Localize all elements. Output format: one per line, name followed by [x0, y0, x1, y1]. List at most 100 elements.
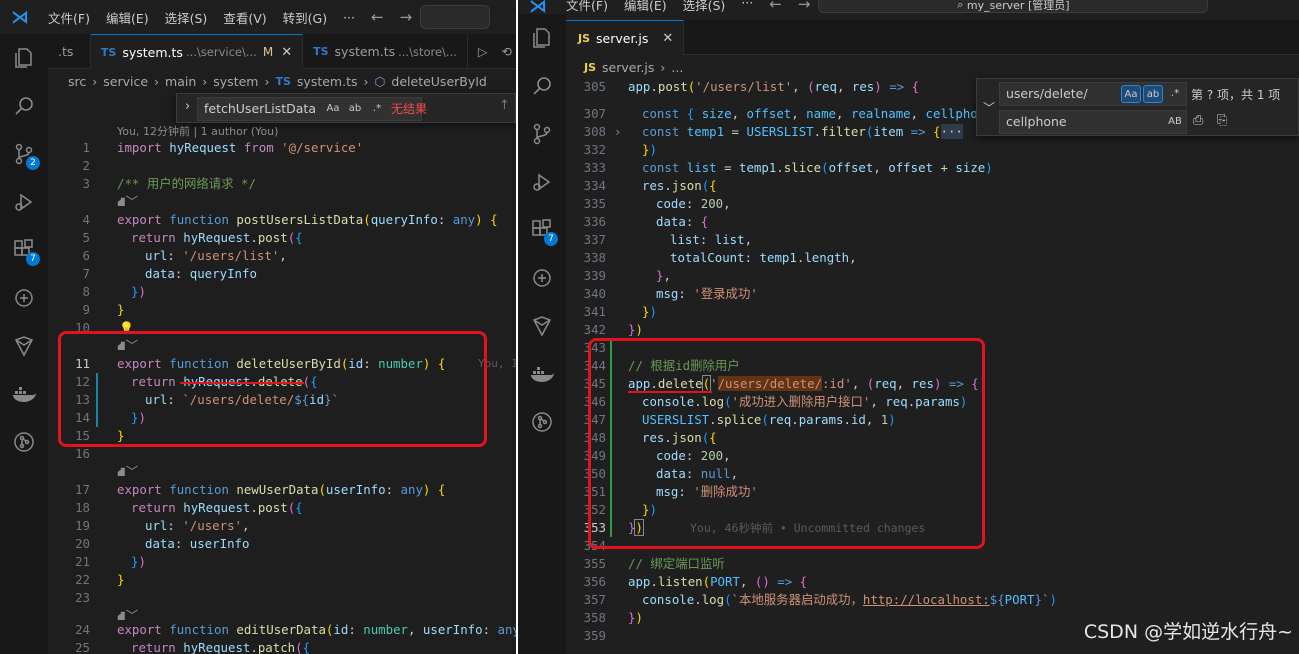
- breadcrumb-src[interactable]: src: [68, 74, 86, 89]
- explorer-icon[interactable]: [0, 34, 48, 82]
- search-icon: ⌕: [957, 0, 967, 11]
- left-tab-bar: .ts TS system.ts ...\service\... M ✕ TS …: [48, 34, 516, 69]
- breadcrumb: JS server.js › ...: [584, 59, 684, 75]
- tab-label: system.ts: [334, 44, 396, 59]
- toggle-replace-icon[interactable]: ﹀: [983, 99, 995, 116]
- right-tab-bar: JS server.js ✕: [566, 20, 1299, 55]
- left-find-widget: › fetchUserListData Aa ab .* 无结果 ↑: [176, 93, 516, 123]
- modified-indicator: M: [262, 45, 274, 59]
- extensions-badge: 7: [544, 232, 558, 246]
- whole-word-icon[interactable]: ab: [345, 100, 365, 118]
- watermark: CSDN @学如逆水行舟~: [1083, 621, 1293, 643]
- menu-selection[interactable]: 选择(S): [675, 0, 734, 14]
- breadcrumb-service[interactable]: service: [103, 74, 148, 89]
- menu-file[interactable]: 文件(F): [558, 0, 616, 14]
- gitlens-icon[interactable]: [0, 322, 48, 370]
- run-icon[interactable]: ▷: [468, 34, 498, 69]
- underline-left: [180, 382, 304, 384]
- git-graph-icon[interactable]: [518, 398, 566, 446]
- replace-all-icon[interactable]: ⎘: [1217, 113, 1227, 128]
- previous-match-icon[interactable]: ↑: [499, 98, 510, 113]
- tab-system-service[interactable]: TS system.ts ...\service\... M ✕: [90, 34, 304, 69]
- tab-description: ...\service\...: [185, 45, 257, 59]
- workspace-title: my_server [管理员]: [966, 0, 1070, 12]
- nav-forward-icon[interactable]: →: [392, 8, 421, 26]
- command-center-search[interactable]: [420, 5, 491, 29]
- tab-partial[interactable]: .ts: [48, 34, 91, 69]
- menu-edit[interactable]: 编辑(E): [98, 8, 157, 27]
- extensions-icon[interactable]: 7: [518, 206, 566, 254]
- timeline-icon[interactable]: ⟲: [498, 34, 516, 69]
- scm-badge: 2: [26, 156, 40, 170]
- find-input[interactable]: fetchUserListData: [197, 97, 422, 121]
- source-control-icon[interactable]: 2: [0, 130, 48, 178]
- typescript-icon: TS: [275, 74, 291, 88]
- left-titlebar: ⋊ 文件(F) 编辑(E) 选择(S) 查看(V) 转到(G) ··· ← →: [0, 0, 516, 34]
- right-find-widget: ﹀ users/delete/ Aa ab .* 第 ? 项，共 1 项 cel…: [976, 78, 1299, 136]
- whole-word-icon[interactable]: ab: [1143, 85, 1163, 103]
- extensions-icon[interactable]: 7: [0, 226, 48, 274]
- menu-go[interactable]: 转到(G): [275, 8, 335, 27]
- highlight-box-right: [588, 338, 985, 549]
- tab-label: .ts: [58, 44, 74, 59]
- right-activity-bar: 7: [518, 14, 566, 654]
- search-icon[interactable]: [518, 62, 566, 110]
- regex-icon[interactable]: .*: [1165, 85, 1185, 103]
- javascript-icon: JS: [584, 60, 597, 74]
- docker-icon[interactable]: [518, 350, 566, 398]
- remote-explorer-icon[interactable]: [518, 254, 566, 302]
- menu-more[interactable]: ···: [335, 10, 363, 25]
- left-editor-window: ⋊ 文件(F) 编辑(E) 选择(S) 查看(V) 转到(G) ··· ← → …: [0, 0, 516, 654]
- toggle-replace-icon[interactable]: ›: [185, 99, 190, 114]
- search-icon[interactable]: [0, 82, 48, 130]
- git-graph-icon[interactable]: [0, 418, 48, 466]
- typescript-icon: TS: [313, 45, 329, 58]
- tab-label: server.js: [596, 30, 649, 46]
- right-editor-window: ⋊ 文件(F) 编辑(E) 选择(S) ··· ← → ⌕ my_server …: [518, 0, 1299, 654]
- source-control-icon[interactable]: [518, 110, 566, 158]
- breadcrumb-main[interactable]: main: [165, 74, 196, 89]
- run-debug-icon[interactable]: [0, 178, 48, 226]
- window-divider: [516, 0, 518, 654]
- docker-icon[interactable]: [0, 370, 48, 418]
- tab-system-store[interactable]: TS system.ts ...\store\...: [303, 34, 468, 69]
- menu-edit[interactable]: 编辑(E): [616, 0, 675, 14]
- replace-input[interactable]: cellphone: [999, 110, 1187, 134]
- explorer-icon[interactable]: [518, 14, 566, 62]
- regex-icon[interactable]: .*: [367, 100, 387, 118]
- breadcrumb-file[interactable]: system.ts: [297, 74, 358, 89]
- breadcrumb: src › service › main › system › TS system.ts…: [68, 73, 487, 89]
- method-icon: ⬡: [374, 73, 386, 89]
- nav-back-icon[interactable]: ←: [363, 8, 392, 26]
- typescript-icon: TS: [100, 45, 117, 59]
- vscode-logo-icon: ⋊: [11, 6, 29, 28]
- match-case-icon[interactable]: Aa: [323, 100, 343, 118]
- highlight-box-left: [58, 331, 487, 447]
- underline-right: [628, 391, 712, 393]
- menu-more[interactable]: ···: [733, 0, 761, 10]
- extensions-badge: 7: [26, 252, 40, 266]
- menu-selection[interactable]: 选择(S): [157, 8, 216, 27]
- menu-view[interactable]: 查看(V): [215, 8, 274, 27]
- tab-server-js[interactable]: JS server.js ✕: [566, 20, 685, 55]
- nav-back-icon[interactable]: ←: [761, 0, 790, 13]
- left-activity-bar: 2 7: [0, 34, 48, 654]
- preserve-case-icon[interactable]: AB: [1165, 113, 1185, 131]
- remote-explorer-icon[interactable]: [0, 274, 48, 322]
- menu-file[interactable]: 文件(F): [40, 8, 98, 27]
- match-case-icon[interactable]: Aa: [1121, 85, 1141, 103]
- breadcrumb-file[interactable]: server.js: [602, 60, 654, 75]
- breadcrumb-more[interactable]: ...: [671, 60, 683, 75]
- find-result: 无结果: [391, 102, 428, 116]
- close-tab-icon[interactable]: ✕: [281, 45, 292, 60]
- gitlens-icon[interactable]: [518, 302, 566, 350]
- javascript-icon: JS: [578, 31, 591, 45]
- run-debug-icon[interactable]: [518, 158, 566, 206]
- command-center-search[interactable]: ⌕ my_server [管理员]: [818, 0, 1209, 13]
- breadcrumb-system[interactable]: system: [213, 74, 258, 89]
- replace-one-icon[interactable]: ⎙: [1193, 113, 1203, 128]
- close-tab-icon[interactable]: ✕: [662, 31, 673, 46]
- breadcrumb-symbol[interactable]: deleteUserById: [391, 74, 486, 89]
- nav-forward-icon[interactable]: →: [790, 0, 819, 13]
- right-titlebar: ⋊ 文件(F) 编辑(E) 选择(S) ··· ← → ⌕ my_server …: [518, 0, 1299, 17]
